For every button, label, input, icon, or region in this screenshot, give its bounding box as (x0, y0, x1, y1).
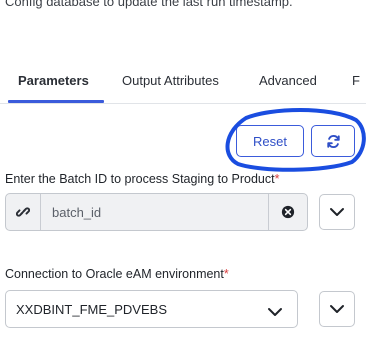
refresh-icon (326, 134, 340, 148)
link-icon-segment (6, 194, 41, 230)
hand-drawn-annotation-circle (225, 108, 366, 172)
tab-output-attributes[interactable]: Output Attributes (122, 73, 219, 88)
tab-truncated[interactable]: F (352, 73, 360, 88)
reset-button[interactable]: Reset (236, 125, 304, 157)
required-marker: * (223, 267, 229, 281)
batch-id-field[interactable]: batch_id (5, 193, 308, 231)
connection-select-value: XXDBINT_FME_PDVEBS (16, 301, 167, 317)
chevron-down-icon (268, 308, 282, 316)
batch-id-label: Enter the Batch ID to process Staging to… (5, 172, 279, 186)
tabs-divider (0, 103, 366, 104)
batch-id-value: batch_id (52, 204, 102, 220)
connection-label-text: Connection to Oracle eAM environment (5, 267, 224, 281)
tab-advanced[interactable]: Advanced (259, 73, 317, 88)
batch-id-label-text: Enter the Batch ID to process Staging to… (5, 172, 275, 186)
description-text: Config database to update the last run t… (5, 0, 293, 9)
reset-button-label: Reset (253, 133, 287, 149)
clear-circle-icon[interactable] (281, 205, 295, 219)
refresh-button[interactable] (311, 125, 355, 157)
chevron-down-icon (330, 305, 344, 313)
tab-parameters[interactable]: Parameters (18, 73, 89, 88)
connection-select[interactable]: XXDBINT_FME_PDVEBS (5, 290, 298, 328)
connection-dropdown-button[interactable] (319, 291, 355, 327)
clear-segment[interactable] (268, 194, 307, 230)
required-marker: * (274, 172, 280, 186)
batch-id-dropdown-button[interactable] (319, 194, 355, 230)
connection-label: Connection to Oracle eAM environment* (5, 267, 229, 281)
connection-select-chevron (267, 304, 283, 322)
link-icon (16, 207, 30, 217)
tab-bar: Parameters Output Attributes Advanced F (0, 70, 366, 104)
chevron-down-icon (330, 208, 344, 216)
